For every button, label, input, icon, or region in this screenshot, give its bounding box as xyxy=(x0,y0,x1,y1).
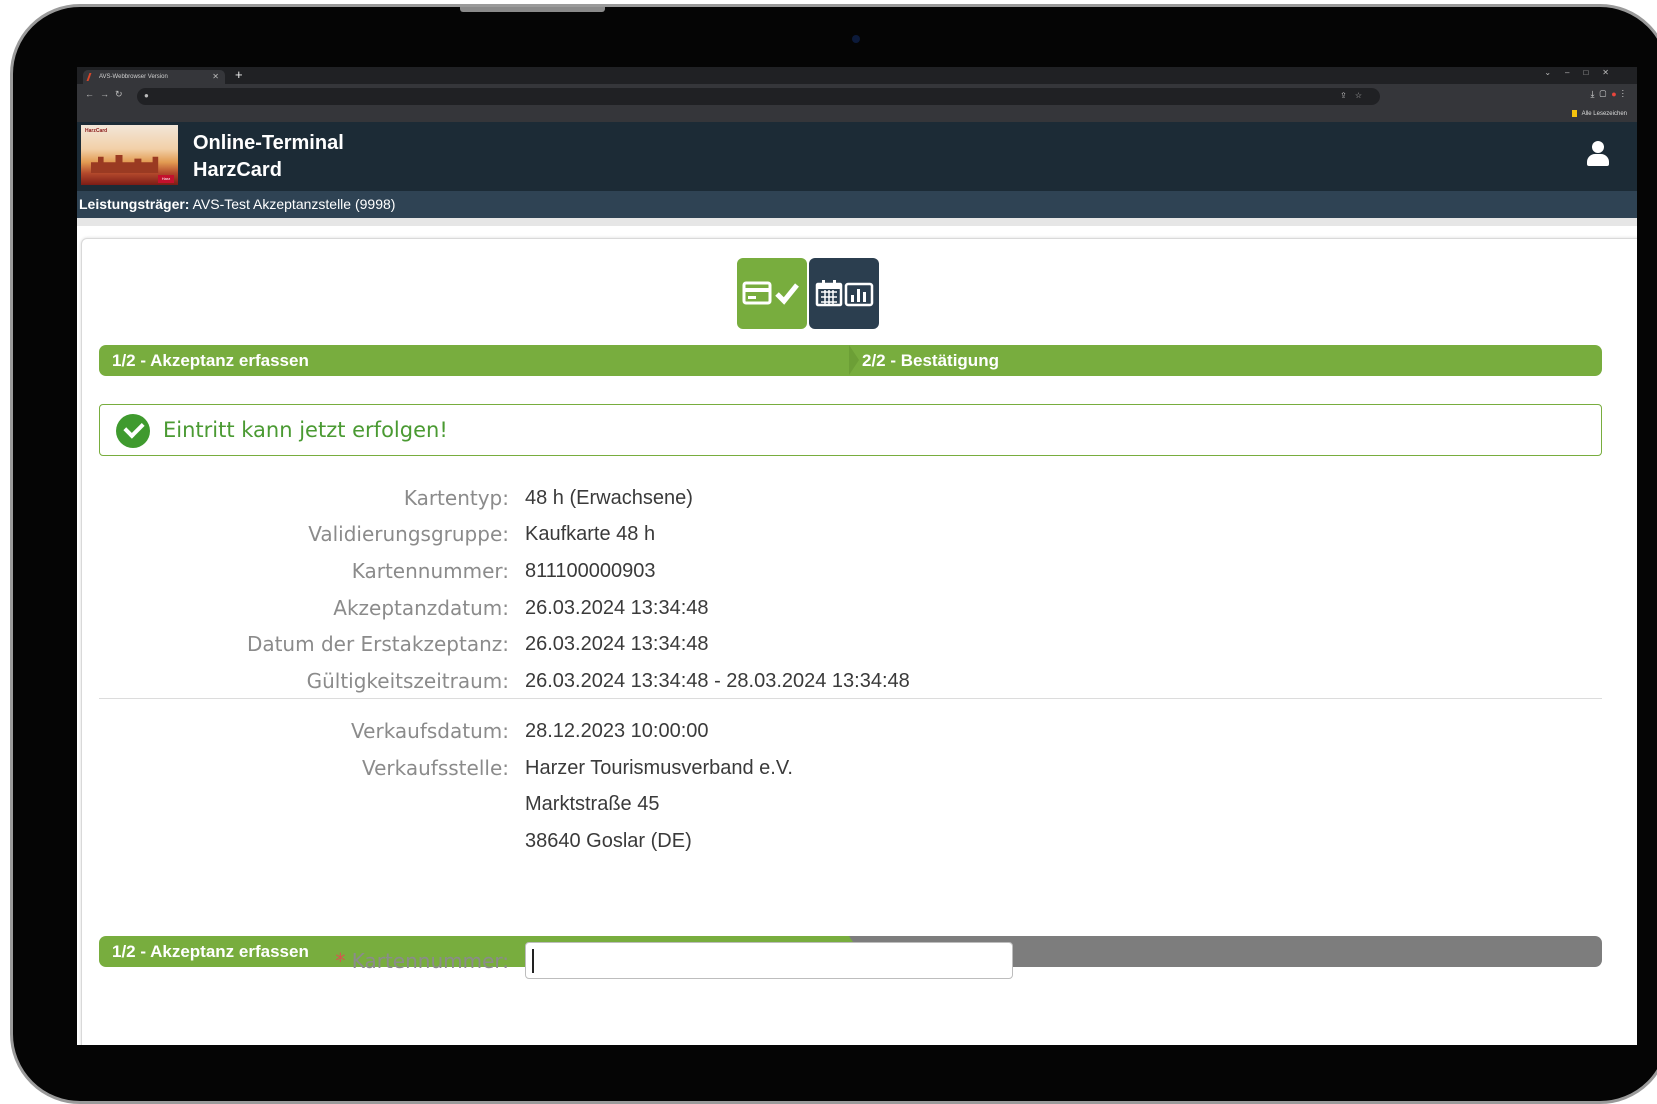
camera xyxy=(852,35,860,43)
detail-value: 26.03.2024 13:34:48 xyxy=(525,597,709,619)
sale-value: Harzer Tourismusverband e.V. xyxy=(525,757,793,779)
new-tab-icon[interactable]: + xyxy=(235,67,243,83)
calendar-chart-icon xyxy=(815,280,874,307)
sale-row: Marktstraße 45 xyxy=(77,786,1637,822)
provider-value: AVS-Test Akzeptanzstelle (9998) xyxy=(192,196,396,212)
detail-value: 26.03.2024 13:34:48 - 28.03.2024 13:34:4… xyxy=(525,670,910,692)
statistics-button[interactable] xyxy=(809,258,879,329)
detail-row: Gültigkeitszeitraum: 26.03.2024 13:34:48… xyxy=(77,663,1637,699)
card-number-input[interactable] xyxy=(525,942,1013,979)
detail-row: Validierungsgruppe: Kaufkarte 48 h xyxy=(77,516,1637,552)
step-1: 1/2 - Akzeptanz erfassen xyxy=(99,345,849,376)
success-check-icon xyxy=(116,414,150,448)
detail-label: Akzeptanzdatum: xyxy=(333,596,509,620)
detail-value: 811100000903 xyxy=(525,560,656,582)
detail-label: Kartennummer: xyxy=(351,559,509,583)
detail-row: Kartentyp: 48 h (Erwachsene) xyxy=(77,480,1637,516)
required-mark: * xyxy=(335,949,346,973)
favicon-icon xyxy=(86,73,98,81)
card-check-icon xyxy=(742,281,799,305)
sale-row: Verkaufsdatum: 28.12.2023 10:00:00 xyxy=(77,713,1637,749)
lock-icon: ● xyxy=(144,91,149,100)
screen: AVS-Webbrowser Version ✕ + ⌄–□✕ ←→↻ ● ⇪☆… xyxy=(77,67,1637,1045)
sale-value: 38640 Goslar (DE) xyxy=(525,830,692,852)
provider-label: Leistungsträger: xyxy=(79,196,190,212)
detail-value: 48 h (Erwachsene) xyxy=(525,487,693,509)
detail-label: Kartentyp: xyxy=(403,486,509,510)
sale-value: Marktstraße 45 xyxy=(525,793,660,815)
extension-icons[interactable]: ⤓▢●⋮ xyxy=(1590,89,1629,100)
divider xyxy=(99,698,1602,699)
browser-tabbar: AVS-Webbrowser Version ✕ + ⌄–□✕ xyxy=(77,67,1637,84)
sale-row: Verkaufsstelle: Harzer Tourismusverband … xyxy=(77,750,1637,786)
app-title-line2: HarzCard xyxy=(193,159,282,181)
window-controls[interactable]: ⌄–□✕ xyxy=(1544,68,1623,77)
bookmarks-bar: Alle Lesezeichen xyxy=(77,108,1637,122)
mode-switch xyxy=(737,258,879,329)
detail-label: Gültigkeitszeitraum: xyxy=(306,669,509,693)
progress-steps-top: 1/2 - Akzeptanz erfassen 2/2 - Bestätigu… xyxy=(99,345,1602,376)
user-icon[interactable] xyxy=(1587,141,1609,167)
tablet-button xyxy=(460,7,605,12)
all-bookmarks[interactable]: Alle Lesezeichen xyxy=(1572,110,1627,117)
alert-message: Eintritt kann jetzt erfolgen! xyxy=(163,418,448,442)
sale-label: Verkaufsdatum: xyxy=(351,719,509,743)
success-alert: Eintritt kann jetzt erfolgen! xyxy=(99,404,1602,456)
app-title-line1: Online-Terminal xyxy=(193,132,344,154)
sale-row: 38640 Goslar (DE) xyxy=(77,823,1637,859)
separator-bar xyxy=(77,218,1637,226)
harzcard-logo: HarzCard Harz xyxy=(81,125,178,185)
sale-label: Verkaufsstelle: xyxy=(361,756,509,780)
accept-card-button[interactable] xyxy=(737,258,807,329)
detail-value: Kaufkarte 48 h xyxy=(525,523,656,545)
tablet-frame: AVS-Webbrowser Version ✕ + ⌄–□✕ ←→↻ ● ⇪☆… xyxy=(10,4,1657,1104)
address-bar[interactable]: ● ⇪☆ xyxy=(137,88,1380,105)
browser-tab[interactable]: AVS-Webbrowser Version ✕ xyxy=(83,70,225,84)
detail-label: Datum der Erstakzeptanz: xyxy=(246,632,509,656)
provider-bar: Leistungsträger: AVS-Test Akzeptanzstell… xyxy=(77,191,1637,218)
close-tab-icon[interactable]: ✕ xyxy=(212,70,219,84)
detail-label: Validierungsgruppe: xyxy=(308,522,509,546)
detail-row: Kartennummer: 811100000903 xyxy=(77,553,1637,589)
bookmark-star-icon[interactable]: ⇪☆ xyxy=(1340,91,1370,100)
step-2: 2/2 - Bestätigung xyxy=(849,345,1602,376)
detail-row: Akzeptanzdatum: 26.03.2024 13:34:48 xyxy=(77,590,1637,626)
text-cursor xyxy=(532,949,534,973)
sale-value: 28.12.2023 10:00:00 xyxy=(525,720,709,742)
app-title: Online-Terminal HarzCard xyxy=(193,130,344,184)
tab-title: AVS-Webbrowser Version xyxy=(99,74,168,80)
card-number-label: * Kartennummer: xyxy=(335,949,509,973)
app-header: HarzCard Harz Online-Terminal HarzCard xyxy=(77,122,1637,191)
browser-toolbar: ←→↻ ● ⇪☆ ⤓▢●⋮ xyxy=(77,84,1637,108)
detail-row: Datum der Erstakzeptanz: 26.03.2024 13:3… xyxy=(77,626,1637,662)
detail-value: 26.03.2024 13:34:48 xyxy=(525,633,709,655)
navigation-icons[interactable]: ←→↻ xyxy=(85,89,129,100)
